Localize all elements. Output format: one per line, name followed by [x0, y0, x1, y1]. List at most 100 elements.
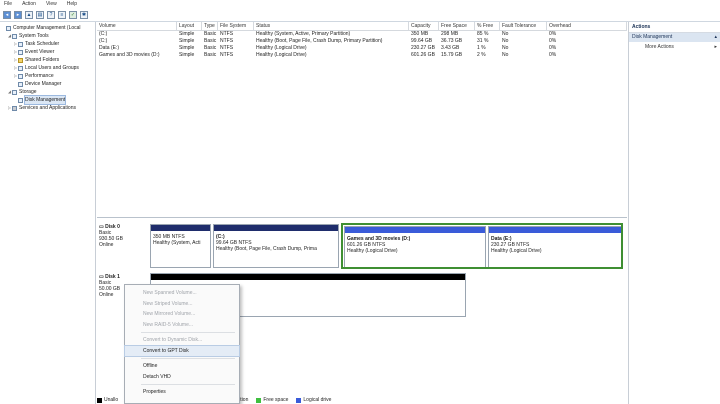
tree-item-label: Storage	[19, 89, 37, 95]
table-row[interactable]: (C:) Simple Basic NTFS Healthy (Boot, Page F…	[97, 38, 627, 45]
disk-management-icon	[18, 97, 23, 103]
table-cell: 15.79 GB	[441, 52, 463, 58]
actions-section-disk-management[interactable]: Disk Management ▴	[629, 33, 720, 42]
tree-item[interactable]: ▷ Local Users and Groups	[0, 64, 95, 72]
table-cell: Basic	[204, 38, 217, 44]
disk0-partition-c[interactable]: (C:) 99.64 GB NTFS Healthy (Boot, Page F…	[213, 224, 339, 268]
disk0-partition-e[interactable]: Data (E:) 230.27 GB NTFS Healthy (Logica…	[488, 226, 621, 267]
column-header[interactable]: Status	[254, 22, 409, 30]
column-header[interactable]: Capacity	[409, 22, 439, 30]
collapse-arrow-icon[interactable]: ▴	[714, 33, 717, 42]
forward-icon[interactable]: ▸	[14, 10, 22, 19]
table-cell: Simple	[179, 52, 195, 58]
settings-icon[interactable]: ✱	[80, 10, 88, 19]
more-actions-label: More Actions	[645, 44, 674, 50]
show-hide-tree-icon[interactable]: ▤	[36, 10, 44, 19]
tree-item-label: Task Scheduler	[25, 41, 60, 47]
table-cell: NTFS	[220, 52, 234, 58]
column-header[interactable]: Free Space	[439, 22, 475, 30]
tree-item[interactable]: Device Manager	[0, 80, 95, 88]
toolbar: ◂ ▸ ▲ ▤ ? ≡ ✓ ✱	[0, 8, 720, 22]
table-cell: Basic	[204, 45, 217, 51]
table-cell: (C:)	[99, 38, 108, 44]
table-cell: 0%	[549, 45, 557, 51]
table-cell: 85 %	[477, 31, 489, 37]
legend-label: Logical drive	[303, 397, 332, 403]
menu-item: New Mirrored Volume...	[143, 311, 196, 317]
menu-item[interactable]: Convert to GPT Disk	[124, 344, 240, 357]
column-header[interactable]: Type	[202, 22, 218, 30]
partition-status: Healthy (Boot, Page File, Crash Dump, Pr…	[216, 246, 317, 252]
table-cell: Basic	[204, 52, 217, 58]
disk0-partition-d[interactable]: Games and 3D movies (D:) 601.26 GB NTFS …	[344, 226, 486, 267]
menu-view[interactable]: View	[46, 1, 57, 7]
actions-title: Actions	[629, 22, 720, 33]
table-row[interactable]: Data (E:) Simple Basic NTFS Healthy (Logical…	[97, 45, 627, 52]
tree-item-label: Services and Applications	[19, 105, 76, 111]
context-menu: New Spanned Volume... New Striped Volume.…	[124, 284, 240, 404]
tree-item[interactable]: ◢ System Tools	[0, 32, 95, 40]
tree-item[interactable]: ▷ Performance	[0, 72, 95, 80]
properties-icon[interactable]: ≡	[58, 10, 66, 19]
table-cell: 0%	[549, 31, 557, 37]
menu-action[interactable]: Action	[22, 1, 36, 7]
disk0-label[interactable]: ▭ Disk 0 Basic 930.50 GB Online	[99, 224, 149, 248]
table-cell: NTFS	[220, 31, 234, 37]
menu-item: New Striped Volume...	[143, 300, 193, 307]
menu-item[interactable]: Properties	[125, 387, 239, 398]
back-icon[interactable]: ◂	[3, 10, 11, 19]
refresh-icon[interactable]: ✓	[69, 10, 77, 19]
performance-icon	[18, 73, 23, 79]
table-row[interactable]: (C:) Simple Basic NTFS Healthy (System, Acti…	[97, 31, 627, 38]
menu-item: New Spanned Volume...	[143, 290, 197, 296]
event-viewer-icon	[18, 49, 23, 55]
table-cell: Games and 3D movies (D:)	[99, 52, 160, 58]
legend-swatch	[97, 397, 102, 403]
column-header[interactable]: Overhead	[547, 22, 627, 30]
table-cell: No	[502, 45, 509, 51]
table-cell: Basic	[204, 31, 217, 37]
column-header[interactable]: Fault Tolerance	[500, 22, 547, 30]
legend-item: Unallo	[97, 397, 118, 403]
column-header[interactable]: Volume	[97, 22, 177, 30]
tree-item[interactable]: Disk Management	[0, 95, 95, 105]
menu-file[interactable]: File	[4, 1, 12, 7]
table-row[interactable]: Games and 3D movies (D:) Simple Basic NTFS H…	[97, 52, 627, 59]
menu-help[interactable]: Help	[67, 1, 77, 7]
tree-item-label: Computer Management (Local	[13, 25, 81, 31]
tree-item-label: Local Users and Groups	[25, 65, 79, 71]
console-tree: Computer Management (Local ◢ System Tools ▷…	[0, 22, 96, 404]
menu-item: New RAID-5 Volume...	[143, 321, 194, 328]
storage-icon	[12, 89, 17, 95]
tree-item[interactable]: ▷ Event Viewer	[0, 48, 95, 56]
help-icon[interactable]: ?	[47, 10, 55, 19]
table-cell: Healthy (Logical Drive)	[256, 45, 307, 51]
tree-item-label: Event Viewer	[25, 49, 55, 55]
column-header[interactable]: % Free	[475, 22, 500, 30]
submenu-arrow-icon: ▸	[714, 44, 717, 50]
legend-label: Unallo	[104, 397, 119, 403]
tree-item[interactable]: ▷ Shared Folders	[0, 56, 95, 64]
table-cell: Data (E:)	[99, 45, 120, 51]
disk0-partition-system-reserved[interactable]: 350 MB NTFS Healthy (System, Acti	[150, 224, 211, 268]
up-folder-icon[interactable]: ▲	[25, 10, 33, 19]
column-header[interactable]: Layout	[177, 22, 202, 30]
menu-bar: File Action View Help	[0, 0, 720, 8]
table-cell: Simple	[179, 31, 195, 37]
tree-item[interactable]: ▷ Task Scheduler	[0, 40, 95, 48]
tree-item[interactable]: Computer Management (Local	[0, 24, 95, 32]
tree-item[interactable]: ◢ Storage	[0, 88, 95, 96]
table-cell: 99.64 GB	[411, 38, 433, 44]
legend-item: Logical drive	[296, 397, 331, 403]
table-cell: No	[502, 31, 509, 37]
tools-icon	[12, 33, 17, 39]
tree-item[interactable]: ▷ Services and Applications	[0, 104, 95, 112]
more-actions-item[interactable]: More Actions ▸	[629, 42, 720, 52]
table-cell: Healthy (Boot, Page File, Crash Dump, Pr…	[256, 38, 383, 44]
column-header[interactable]: File System	[218, 22, 254, 30]
menu-item[interactable]: Offline	[125, 361, 239, 372]
table-cell: NTFS	[220, 45, 234, 51]
disk0-extended-partition[interactable]: Games and 3D movies (D:) 601.26 GB NTFS …	[341, 223, 623, 269]
table-cell: NTFS	[220, 38, 234, 44]
menu-item[interactable]: Detach VHD	[125, 372, 239, 383]
